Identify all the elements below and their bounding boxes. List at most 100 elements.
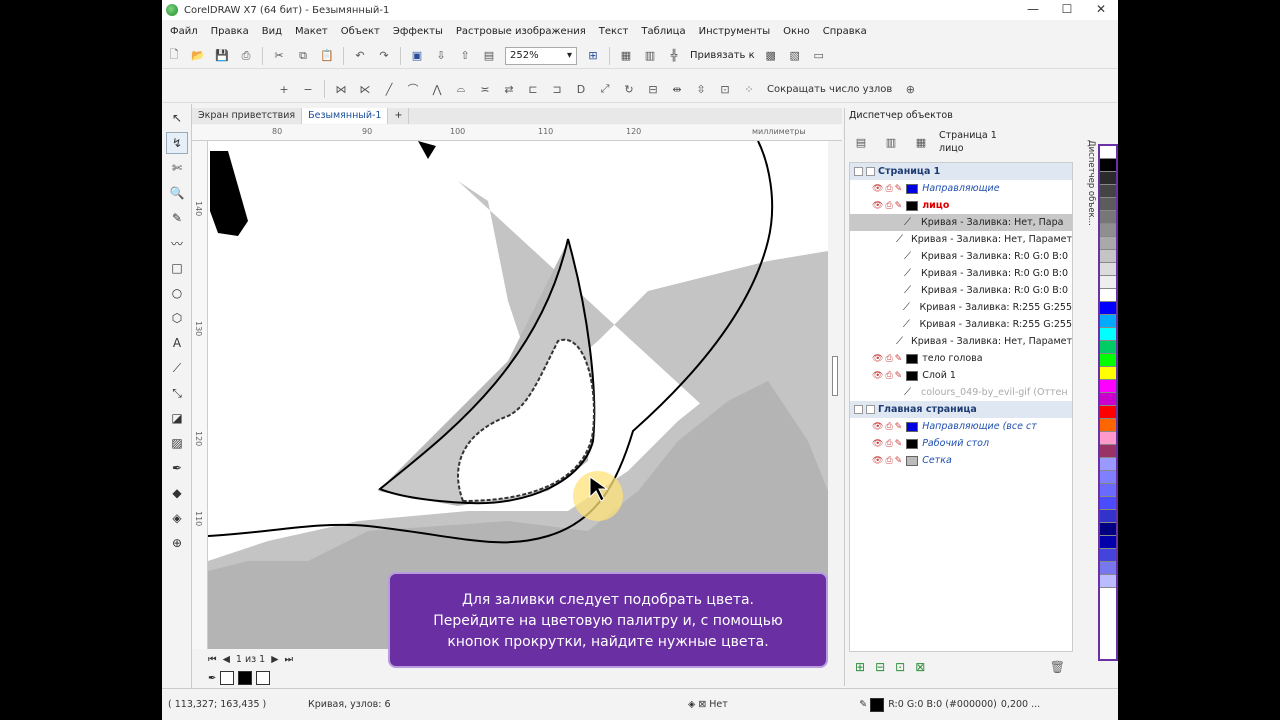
layer-node[interactable]: 👁 ⎙ ✎ Направляющие (все ст <box>850 418 1072 435</box>
tab-document[interactable]: Безымянный-1 <box>302 108 389 124</box>
object-node[interactable]: ⟋ Кривая - Заливка: R:0 G:0 B:0 <box>850 265 1072 282</box>
join-nodes-icon[interactable]: ⋈ <box>332 80 350 98</box>
new-layer-icon[interactable]: ⊞ <box>855 660 865 674</box>
full-screen-icon[interactable]: ⊞ <box>584 47 602 65</box>
menu-effects[interactable]: Эффекты <box>393 26 443 37</box>
new-master-layer-even-icon[interactable]: ⊠ <box>915 660 925 674</box>
cusp-node-icon[interactable]: ⋀ <box>428 80 446 98</box>
reflect-horizontal-icon[interactable]: ⇹ <box>668 80 686 98</box>
add-tool-icon[interactable]: ⊕ <box>166 532 188 554</box>
pick-tool-icon[interactable]: ↖ <box>166 107 188 129</box>
menu-bitmaps[interactable]: Растровые изображения <box>456 26 586 37</box>
palette-swatch[interactable] <box>1100 536 1116 549</box>
add-node-icon[interactable]: + <box>275 80 293 98</box>
page-node[interactable]: Страница 1 <box>850 163 1072 180</box>
convert-to-curve-icon[interactable]: ⌒ <box>404 80 422 98</box>
application-launcher-icon[interactable]: ▧ <box>786 47 804 65</box>
palette-swatch[interactable] <box>1100 562 1116 575</box>
print-icon[interactable]: ⎙ <box>237 47 255 65</box>
break-curve-icon[interactable]: ⋉ <box>356 80 374 98</box>
open-icon[interactable]: 📂 <box>189 47 207 65</box>
layer-node[interactable]: 👁 ⎙ ✎ тело голова <box>850 350 1072 367</box>
transparency-tool-icon[interactable]: ▨ <box>166 432 188 454</box>
delete-icon[interactable]: 🗑 <box>1050 660 1065 674</box>
palette-swatch[interactable] <box>1100 549 1116 562</box>
eye-icon[interactable]: 👁 <box>872 422 883 432</box>
palette-swatch[interactable] <box>1100 250 1116 263</box>
interactive-fill-icon[interactable]: ◆ <box>166 482 188 504</box>
lock-icon[interactable]: ✎ <box>895 456 903 466</box>
maximize-button[interactable]: ☐ <box>1050 0 1084 18</box>
print-icon[interactable]: ⎙ <box>885 371 892 381</box>
menu-file[interactable]: Файл <box>170 26 198 37</box>
welcome-screen-icon[interactable]: ▭ <box>810 47 828 65</box>
elastic-mode-icon[interactable]: ⊡ <box>716 80 734 98</box>
palette-swatch[interactable] <box>1100 445 1116 458</box>
show-rulers-icon[interactable]: ▦ <box>617 47 635 65</box>
connector-tool-icon[interactable]: ⤡ <box>166 382 188 404</box>
palette-swatch[interactable] <box>1100 432 1116 445</box>
object-node[interactable]: ⟋ colours_049-by_evil-gif (Оттен <box>850 384 1072 401</box>
publish-pdf-icon[interactable]: ▤ <box>480 47 498 65</box>
object-node[interactable]: ⟋ Кривая - Заливка: R:255 G:255 <box>850 299 1072 316</box>
palette-swatch[interactable] <box>1100 237 1116 250</box>
layer-manager-view-icon[interactable]: ▦ <box>912 133 930 151</box>
palette-swatch[interactable] <box>1100 263 1116 276</box>
prev-page-icon[interactable]: ◀ <box>223 654 230 665</box>
object-node[interactable]: ⟋ Кривая - Заливка: Нет, Пара <box>850 214 1072 231</box>
select-all-nodes-icon[interactable]: ⁘ <box>740 80 758 98</box>
menu-object[interactable]: Объект <box>341 26 380 37</box>
palette-swatch[interactable] <box>1100 419 1116 432</box>
layer-node[interactable]: 👁 ⎙ ✎ Слой 1 <box>850 367 1072 384</box>
copy-icon[interactable]: ⧉ <box>294 47 312 65</box>
palette-swatch[interactable] <box>1100 276 1116 289</box>
export-icon[interactable]: ⇧ <box>456 47 474 65</box>
palette-swatch[interactable] <box>1100 315 1116 328</box>
object-node[interactable]: ⟋ Кривая - Заливка: Нет, Парамет <box>850 231 1072 248</box>
menu-layout[interactable]: Макет <box>295 26 328 37</box>
eyedropper-tool-icon[interactable]: ✒ <box>166 457 188 479</box>
object-node[interactable]: ⟋ Кривая - Заливка: R:255 G:255 <box>850 316 1072 333</box>
object-node[interactable]: ⟋ Кривая - Заливка: Нет, Парамет <box>850 333 1072 350</box>
palette-swatch[interactable] <box>1100 367 1116 380</box>
black-swatch[interactable] <box>238 671 253 685</box>
palette-swatch[interactable] <box>1100 328 1116 341</box>
palette-swatch[interactable] <box>1100 575 1116 588</box>
white-swatch[interactable] <box>256 671 271 685</box>
eye-icon[interactable]: 👁 <box>872 354 883 364</box>
paste-icon[interactable]: 📋 <box>318 47 336 65</box>
lock-icon[interactable]: ✎ <box>895 184 903 194</box>
palette-swatch[interactable] <box>1100 497 1116 510</box>
extend-curve-icon[interactable]: ⊏ <box>524 80 542 98</box>
docker-side-tab[interactable]: Диспетчер объек... <box>1078 140 1096 340</box>
close-button[interactable]: ✕ <box>1084 0 1118 18</box>
palette-swatch[interactable] <box>1100 198 1116 211</box>
symmetrical-node-icon[interactable]: ≍ <box>476 80 494 98</box>
no-color-swatch[interactable] <box>220 671 235 685</box>
shape-tool-icon[interactable]: ↯ <box>166 132 188 154</box>
snap-to-dropdown[interactable]: Привязать к <box>690 50 755 61</box>
print-icon[interactable]: ⎙ <box>885 354 892 364</box>
reflect-vertical-icon[interactable]: ⇳ <box>692 80 710 98</box>
expand-toggle[interactable] <box>854 167 863 176</box>
palette-swatch[interactable] <box>1100 159 1116 172</box>
palette-swatch[interactable] <box>1100 510 1116 523</box>
palette-swatch[interactable] <box>1100 458 1116 471</box>
color-palette[interactable] <box>1098 144 1118 661</box>
lock-icon[interactable]: ✎ <box>895 201 903 211</box>
palette-swatch[interactable] <box>1100 146 1116 159</box>
eye-icon[interactable]: 👁 <box>872 456 883 466</box>
crop-tool-icon[interactable]: ✄ <box>166 157 188 179</box>
smooth-node-icon[interactable]: ⌓ <box>452 80 470 98</box>
vertical-scrollbar[interactable] <box>828 141 842 649</box>
show-object-properties-icon[interactable]: ▤ <box>852 133 870 151</box>
text-tool-icon[interactable]: A <box>166 332 188 354</box>
zoom-tool-icon[interactable]: 🔍 <box>166 182 188 204</box>
redo-icon[interactable]: ↷ <box>375 47 393 65</box>
lock-icon[interactable]: ✎ <box>895 439 903 449</box>
new-master-layer-odd-icon[interactable]: ⊡ <box>895 660 905 674</box>
first-page-icon[interactable]: ⏮ <box>208 654 217 665</box>
new-master-layer-icon[interactable]: ⊟ <box>875 660 885 674</box>
save-icon[interactable]: 💾 <box>213 47 231 65</box>
delete-node-icon[interactable]: − <box>299 80 317 98</box>
